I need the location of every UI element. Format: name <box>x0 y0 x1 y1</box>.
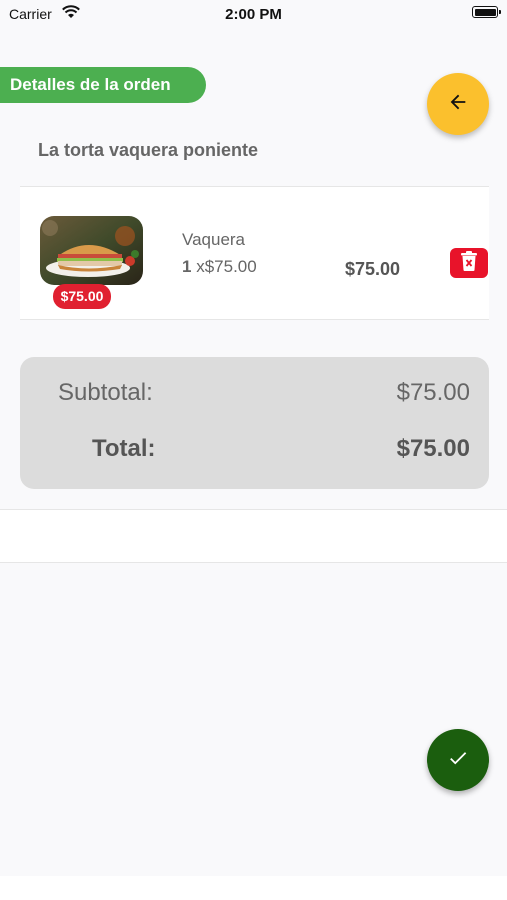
subtotal-value: $75.00 <box>396 379 470 406</box>
divider-band <box>0 509 507 563</box>
delete-item-button[interactable] <box>450 248 488 278</box>
item-quantity-line: 1 x$75.00 <box>182 257 257 277</box>
total-value: $75.00 <box>396 435 470 462</box>
battery-icon <box>472 6 501 18</box>
subtotal-label: Subtotal: <box>58 379 153 406</box>
confirm-order-button[interactable] <box>427 729 489 791</box>
sandwich-photo <box>40 216 143 285</box>
status-bar: Carrier 2:00 PM <box>0 0 507 28</box>
item-total: $75.00 <box>345 259 401 279</box>
trash-x-icon <box>461 250 477 276</box>
clock: 2:00 PM <box>225 6 282 23</box>
total-label: Total: <box>92 435 156 462</box>
item-unit-price: x$75.00 <box>196 257 257 276</box>
bottom-strip <box>0 876 507 900</box>
item-quantity: 1 <box>182 257 192 276</box>
price-badge: $75.00 <box>53 284 111 309</box>
page-title: Detalles de la orden <box>0 67 206 103</box>
back-button[interactable] <box>427 73 489 135</box>
totals-panel: Subtotal: $75.00 Total: $75.00 <box>20 357 489 489</box>
store-name: La torta vaquera poniente <box>38 140 259 160</box>
item-name: Vaquera <box>182 230 246 249</box>
arrow-left-icon <box>447 91 469 118</box>
order-item: $75.00 Vaquera 1 x$75.00 $75.00 <box>20 186 489 320</box>
check-icon <box>447 747 469 774</box>
